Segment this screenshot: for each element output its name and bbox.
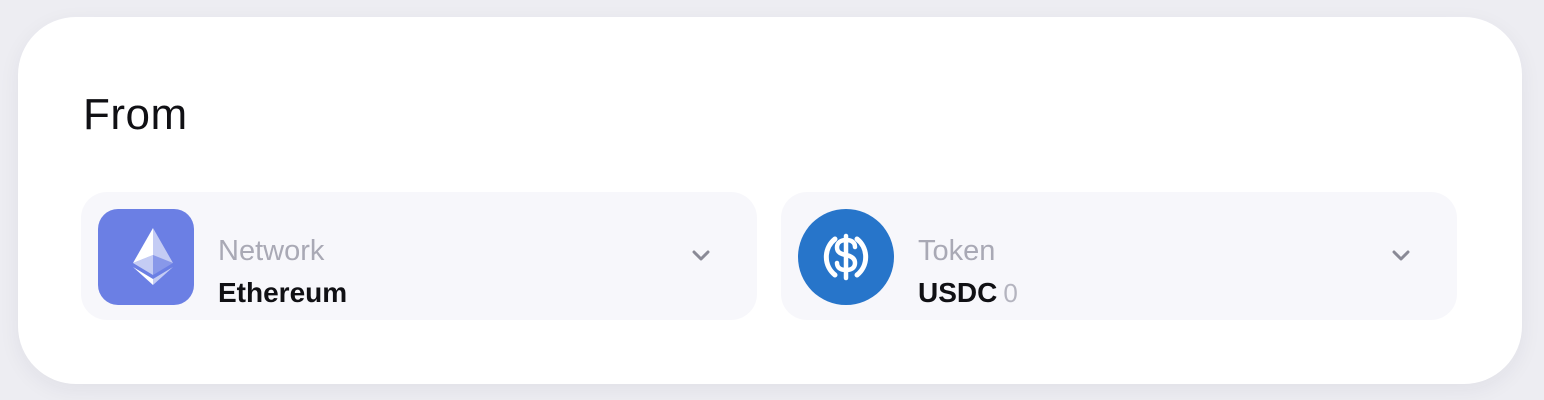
token-selector[interactable]: Token USDC 0 <box>781 192 1457 320</box>
chevron-down-icon[interactable] <box>689 248 713 264</box>
usdc-icon <box>798 209 894 305</box>
network-value: Ethereum <box>218 277 348 308</box>
from-card: From Network Ethereum Token USDC 0 <box>18 17 1522 384</box>
section-title: From <box>83 90 188 139</box>
network-selector[interactable]: Network Ethereum <box>81 192 757 320</box>
token-value-row: USDC 0 <box>918 276 1018 310</box>
ethereum-icon <box>98 209 194 305</box>
token-symbol: USDC <box>918 277 998 308</box>
token-balance: 0 <box>1003 278 1018 308</box>
network-label: Network <box>218 235 325 267</box>
token-label: Token <box>918 235 996 267</box>
chevron-down-icon[interactable] <box>1389 248 1413 264</box>
